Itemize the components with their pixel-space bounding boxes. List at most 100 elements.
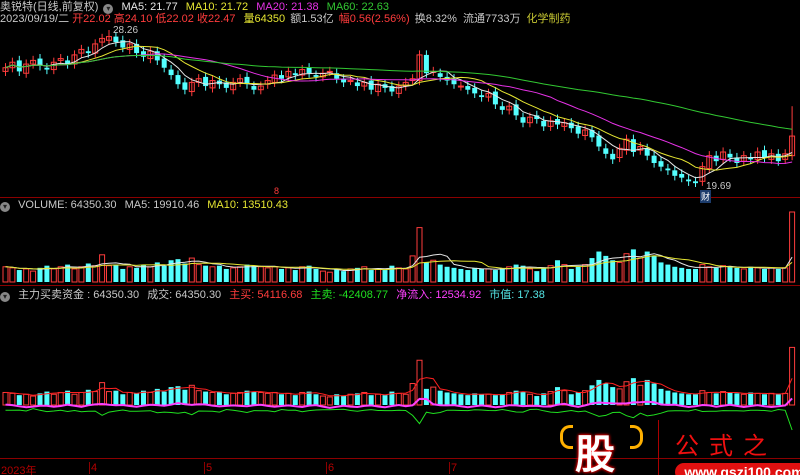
main-buy-bar [775,394,781,405]
volume-bar [568,268,574,282]
main-buy-bar [492,395,498,405]
volume-bar [71,268,78,283]
volume-bar [686,268,692,282]
main-buy-bar [182,389,188,405]
logo-url[interactable]: www.gszj100.com [675,463,800,475]
volume-bar [713,267,719,282]
main-buy-bar [658,388,664,405]
volume-bar [57,266,64,283]
volume-bar [334,268,340,282]
volume-bar [237,266,244,283]
volume-bar [126,266,133,283]
candle-body [479,95,485,98]
candle-body [686,179,692,182]
volume-bar [251,265,257,282]
volume-header: ▾ VOLUME: 64350.30 MA5: 19910.46 MA10: 1… [0,199,293,212]
main-buy-bar [313,394,319,405]
candle-body [568,122,574,129]
volume-bar [395,267,402,283]
volume-bar [596,251,602,282]
volume-bar [458,268,464,282]
candle-body [658,161,664,167]
volume-bar [9,267,16,283]
main-buy-bar [499,394,505,405]
volume-bar [610,260,616,282]
fund-title: 主力买卖资金 : 64350.30 [18,289,140,301]
volume-bar [209,266,216,283]
volume-bar [430,259,437,283]
volume-bar [416,227,423,283]
volume-value: VOLUME: 64350.30 [18,199,117,211]
candle-body [306,67,312,74]
candle-body [472,87,478,94]
volume-bar [679,267,685,282]
main-buy-bar [458,394,464,405]
volume-bar [50,268,57,283]
candle-body [651,155,657,164]
chevron-down-icon[interactable]: ▾ [0,292,10,302]
volume-bar [161,265,167,282]
volume-bar [782,267,789,283]
volume-bar [134,267,140,282]
main-buy-bar [50,393,57,406]
candle-body [85,51,91,54]
candle-body [175,75,181,85]
main-buy-bar [2,391,9,406]
main-buy-bar [568,394,574,405]
volume-bar [561,264,568,283]
volume-bar [775,268,781,282]
main-buy-bar [754,392,761,406]
candle-body [610,153,616,160]
volume-bar [534,271,540,282]
main-buy-bar [16,395,22,405]
main-buy-bar [251,391,257,405]
main-buy-bar [216,391,222,405]
main-buy: 主买: 54116.68 [229,289,303,301]
volume-bar [375,268,382,283]
max-price-label: 28.26 [113,25,139,36]
volume-bar [319,270,326,283]
candle-body [575,126,581,134]
candle-body [465,86,471,90]
volume-bar [203,265,209,282]
candle-body [437,73,443,77]
volume-bar [485,268,492,283]
candle-body [251,86,257,90]
volume-bar [223,268,229,282]
panel-divider [0,197,800,198]
main-buy-bar [734,393,740,405]
news-badge[interactable]: 财 [700,190,712,203]
main-buy-bar [78,391,85,406]
volume-bar [341,271,347,282]
main-buy-bar [120,394,126,405]
main-buy-bar [361,391,368,406]
main-buy-bar [347,393,354,406]
volume-bar [513,264,519,282]
volume-bar [555,260,560,282]
watermark-logo: 股 公式之家 www.gszj100.com [555,420,800,475]
main-buy-bar [161,391,167,405]
volume-bar [541,267,547,282]
main-buy-bar [341,396,347,405]
stock-chart-window: { "header": { "stock_name": "奥锐特(日线,前复权)… [0,0,800,475]
volume-bar [706,266,713,283]
volume-bar [92,265,99,283]
main-buy-bar [672,392,678,405]
main-buy-bar [444,392,450,405]
main-buy-bar [279,394,284,405]
main-buy-bar [113,390,119,405]
volume-bar [616,261,623,283]
candle-body [161,58,167,68]
volume-bar [30,270,37,283]
main-buy-bar [520,391,526,405]
net-inflow: 净流入: 12534.92 [396,289,482,301]
volume-bar [472,267,478,282]
volume-bar [382,270,388,282]
deal-value: 成交: 64350.30 [147,289,222,301]
main-buy-bar [375,393,382,406]
main-buy-bar [126,391,133,406]
chevron-down-icon[interactable]: ▾ [0,202,10,212]
volume-bar [451,267,457,282]
chart-canvas[interactable] [0,0,800,475]
candle-body [326,70,333,73]
